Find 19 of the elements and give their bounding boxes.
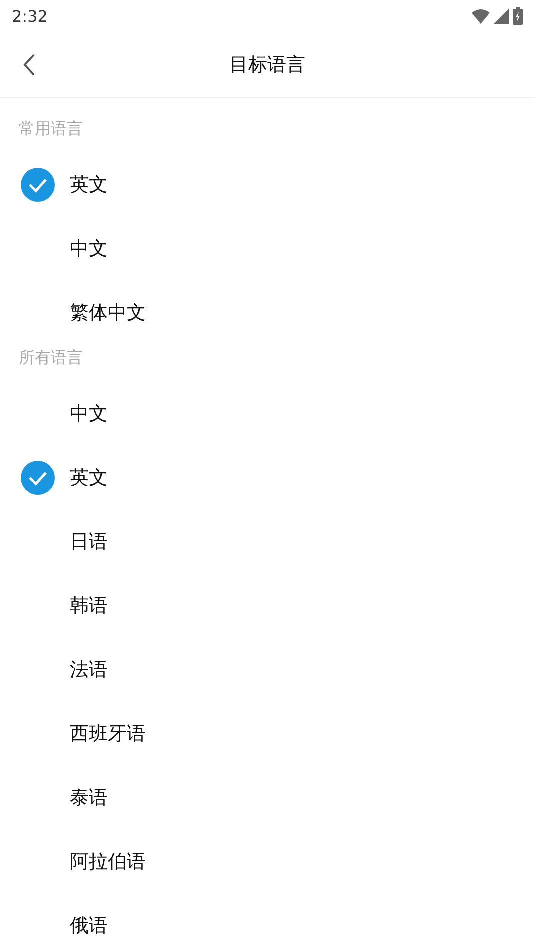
status-time: 2:32 xyxy=(12,6,48,26)
language-item[interactable]: 俄语 xyxy=(70,913,108,939)
language-item[interactable]: 中文 xyxy=(70,401,108,427)
section-label: 所有语言 xyxy=(18,347,84,369)
battery-icon xyxy=(513,7,523,25)
wifi-icon xyxy=(472,8,490,24)
language-item[interactable]: 中文 xyxy=(70,236,108,262)
language-item[interactable]: 韩语 xyxy=(70,593,108,619)
language-item[interactable]: 阿拉伯语 xyxy=(70,849,146,875)
language-item[interactable]: 西班牙语 xyxy=(70,721,146,747)
language-item[interactable]: 英文 xyxy=(70,465,108,491)
signal-icon xyxy=(494,8,509,24)
language-item[interactable]: 繁体中文 xyxy=(70,300,146,326)
language-item[interactable]: 日语 xyxy=(70,529,108,555)
language-item[interactable]: 泰语 xyxy=(70,785,108,811)
page-title: 目标语言 xyxy=(230,52,306,78)
language-item[interactable]: 法语 xyxy=(70,657,108,683)
language-item[interactable]: 英文 xyxy=(70,172,108,198)
section-label: 常用语言 xyxy=(18,118,84,140)
